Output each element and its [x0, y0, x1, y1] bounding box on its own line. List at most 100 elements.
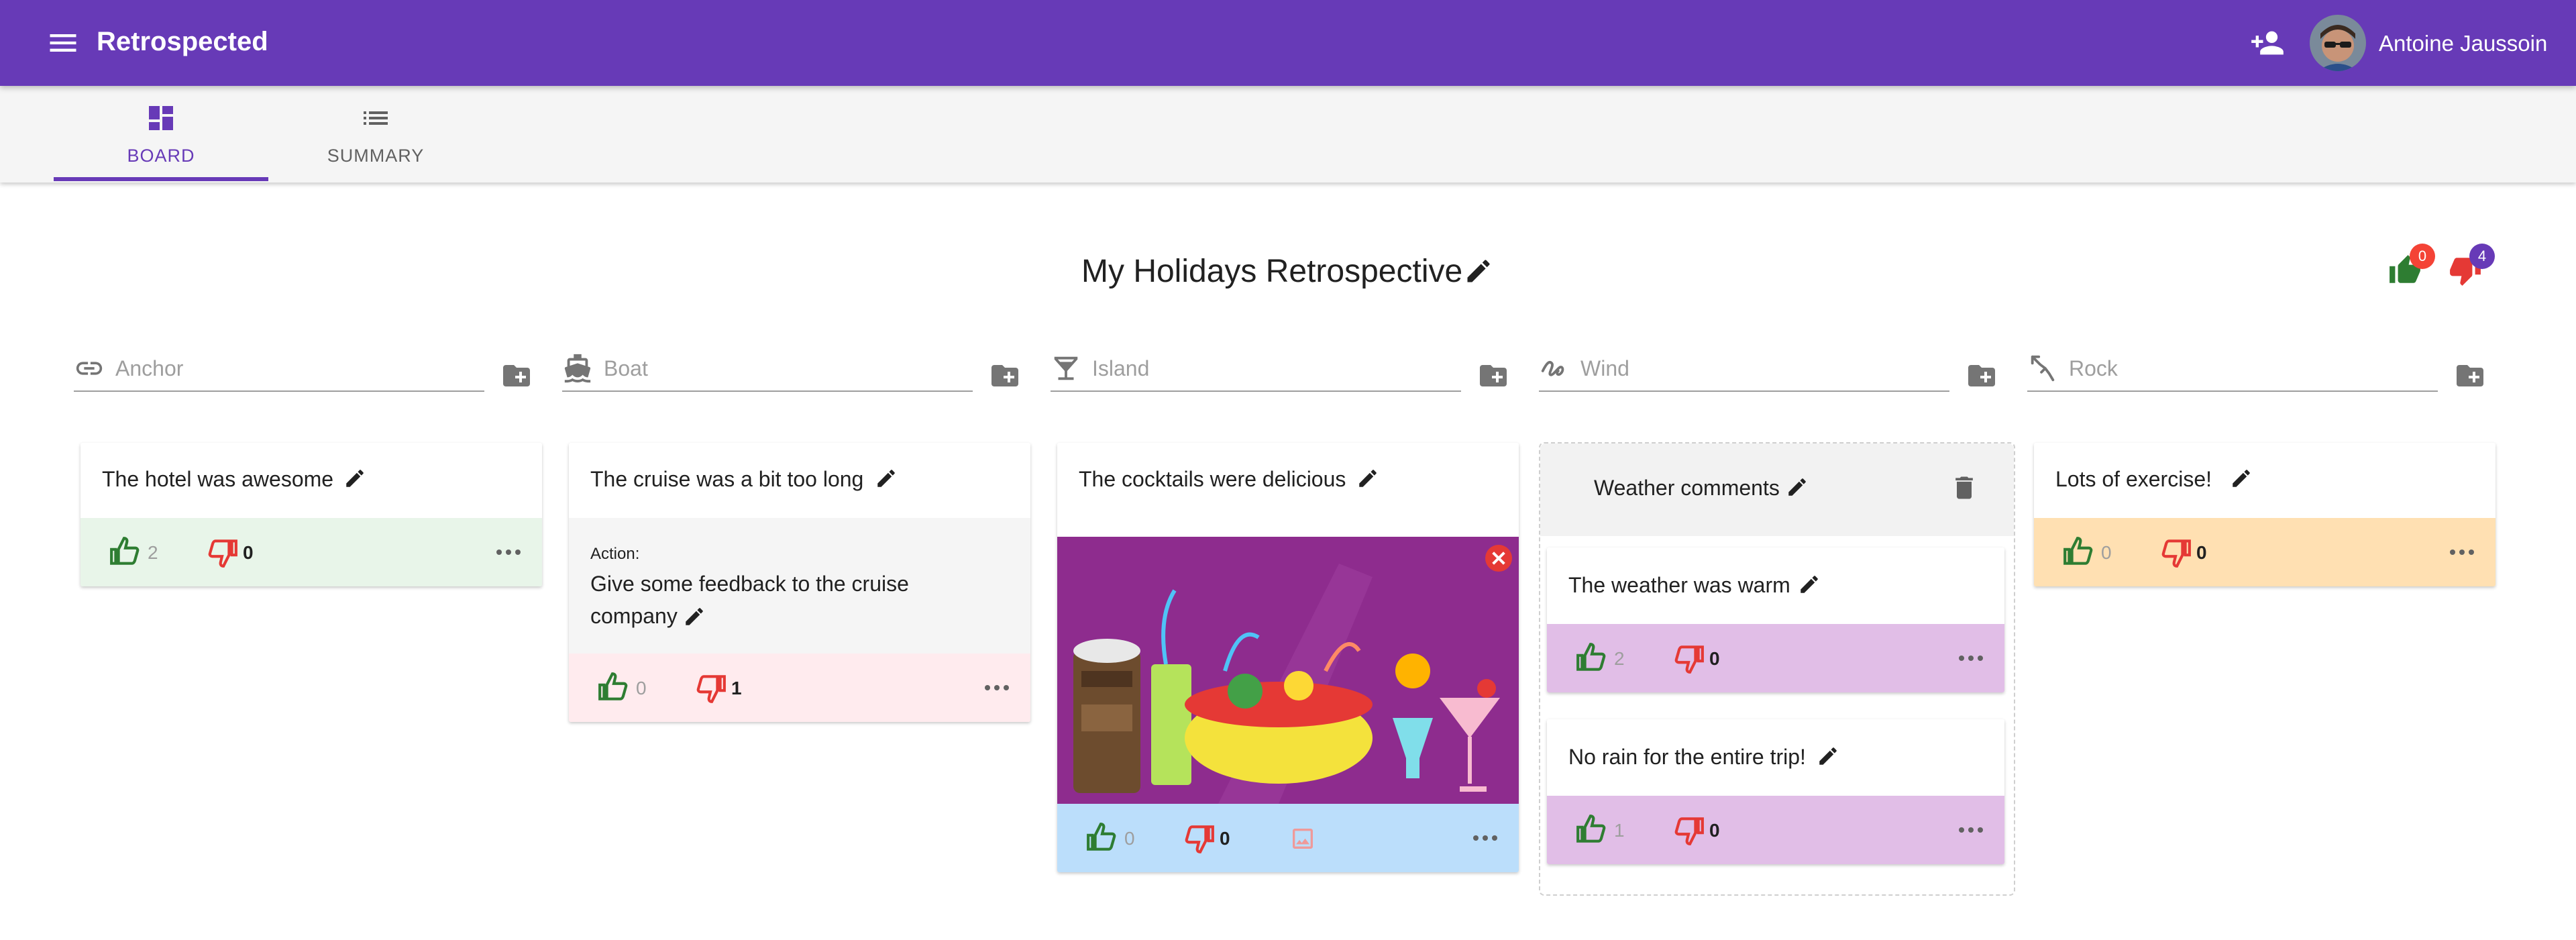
menu-icon[interactable]	[46, 25, 80, 60]
like-icon[interactable]	[2062, 535, 2096, 569]
more-options-icon[interactable]	[981, 672, 1013, 704]
post-text[interactable]: Lots of exercise!	[2055, 467, 2212, 492]
app-title: Retrospected	[97, 27, 268, 56]
post-card[interactable]: Lots of exercise! 0 0	[2034, 443, 2496, 586]
tab-indicator	[54, 177, 268, 181]
likes-remaining-badge: 0	[2410, 244, 2435, 269]
cocktail-icon	[1054, 356, 1078, 380]
cocktails-image	[1057, 537, 1519, 804]
dislike-icon[interactable]	[2159, 535, 2192, 569]
column-placeholder: Boat	[604, 356, 648, 380]
like-count: 2	[148, 542, 158, 563]
user-name[interactable]: Antoine Jaussoin	[2379, 31, 2547, 56]
action-section: Action: Give some feedback to the cruise…	[569, 518, 1030, 654]
like-count: 2	[1614, 648, 1625, 669]
dislike-icon[interactable]	[1182, 821, 1216, 855]
post-footer: 2 0	[1547, 624, 2004, 692]
dislike-icon[interactable]	[205, 535, 239, 569]
more-options-icon[interactable]	[1955, 814, 1987, 846]
column-input-anchor[interactable]: Anchor	[74, 349, 484, 392]
edit-icon[interactable]	[875, 467, 898, 490]
action-text-line2[interactable]: company	[590, 604, 678, 629]
like-icon[interactable]	[1085, 821, 1119, 855]
post-card[interactable]: No rain for the entire trip! 1 0	[1547, 719, 2004, 864]
add-group-icon[interactable]	[1966, 360, 1998, 392]
tab-board-label: BOARD	[127, 146, 195, 166]
post-footer: 2 0	[80, 518, 542, 586]
column-input-boat[interactable]: Boat	[562, 349, 973, 392]
dislikes-remaining-badge: 4	[2469, 244, 2495, 269]
wind-icon	[1541, 361, 1564, 376]
add-group-icon[interactable]	[989, 360, 1021, 392]
dislike-count: 0	[1709, 648, 1720, 669]
group-title[interactable]: Weather comments	[1594, 476, 1780, 501]
tab-summary[interactable]: SUMMARY	[268, 86, 483, 182]
post-text[interactable]: The cocktails were delicious	[1079, 467, 1346, 492]
add-group-icon[interactable]	[2454, 360, 2486, 392]
edit-icon[interactable]	[1798, 573, 1821, 596]
post-footer: 1 0	[1547, 796, 2004, 864]
post-card[interactable]: The hotel was awesome 2 0	[80, 443, 542, 586]
post-text[interactable]: The weather was warm	[1568, 573, 1790, 598]
dislike-icon[interactable]	[694, 671, 727, 704]
column-input-island[interactable]: Island	[1051, 349, 1461, 392]
app-bar: Retrospected Antoine Jaussoin	[0, 0, 2576, 86]
group-header: Weather comments	[1540, 443, 2014, 536]
post-card[interactable]: The cocktails were delicious 0 0	[1057, 443, 1519, 872]
post-footer: 0 0	[1057, 804, 1519, 872]
column-input-rock[interactable]: Rock	[2027, 349, 2438, 392]
dislike-count: 0	[243, 542, 254, 563]
post-text[interactable]: The hotel was awesome	[102, 467, 333, 492]
action-text-line1[interactable]: Give some feedback to the cruise	[590, 572, 909, 596]
edit-title-icon[interactable]	[1464, 256, 1493, 286]
post-footer: 0 1	[569, 654, 1030, 722]
edit-icon[interactable]	[1817, 745, 1839, 768]
edit-icon[interactable]	[1356, 467, 1379, 490]
edit-icon[interactable]	[343, 467, 366, 490]
post-card[interactable]: The weather was warm 2 0	[1547, 547, 2004, 692]
delete-icon[interactable]	[1949, 473, 1979, 503]
remove-image-button[interactable]	[1485, 545, 1512, 572]
add-group-icon[interactable]	[500, 360, 533, 392]
action-label: Action:	[590, 545, 640, 563]
post-text[interactable]: The cruise was a bit too long	[590, 467, 863, 492]
post-card[interactable]: The cruise was a bit too long Action: Gi…	[569, 443, 1030, 722]
user-avatar[interactable]	[2310, 15, 2366, 71]
invite-users-icon[interactable]	[2249, 25, 2286, 60]
edit-action-icon[interactable]	[683, 605, 706, 628]
dislike-icon[interactable]	[1672, 813, 1705, 847]
dislike-icon[interactable]	[1672, 641, 1705, 675]
column-placeholder: Wind	[1580, 356, 1629, 380]
edit-group-icon[interactable]	[1786, 476, 1809, 499]
more-options-icon[interactable]	[2446, 536, 2478, 568]
like-icon[interactable]	[597, 671, 631, 704]
rock-climbing-icon	[2031, 355, 2055, 382]
dislike-count: 1	[731, 678, 742, 698]
more-options-icon[interactable]	[492, 536, 525, 568]
edit-icon[interactable]	[2230, 467, 2253, 490]
list-icon	[364, 111, 388, 125]
column-input-wind[interactable]: Wind	[1539, 349, 1949, 392]
column-placeholder: Island	[1092, 356, 1150, 380]
tab-bar: BOARD SUMMARY	[0, 86, 2576, 182]
column-placeholder: Rock	[2069, 356, 2118, 380]
boat-icon	[564, 354, 591, 383]
add-group-icon[interactable]	[1477, 360, 1509, 392]
dislike-count: 0	[1709, 820, 1720, 841]
more-options-icon[interactable]	[1955, 642, 1987, 674]
image-icon[interactable]	[1289, 825, 1316, 852]
like-icon[interactable]	[1575, 641, 1609, 675]
board-title: My Holidays Retrospective	[1081, 254, 1463, 289]
column-placeholder: Anchor	[115, 356, 184, 380]
dislike-count: 0	[1220, 828, 1230, 849]
post-footer: 0 0	[2034, 518, 2496, 586]
like-count: 0	[636, 678, 647, 698]
post-text[interactable]: No rain for the entire trip!	[1568, 745, 1806, 770]
tab-board[interactable]: BOARD	[54, 86, 268, 182]
like-icon[interactable]	[1575, 813, 1609, 847]
like-icon[interactable]	[109, 535, 142, 569]
more-options-icon[interactable]	[1469, 822, 1501, 854]
link-icon	[76, 362, 103, 375]
like-count: 1	[1614, 820, 1625, 841]
dashboard-icon	[149, 106, 173, 130]
